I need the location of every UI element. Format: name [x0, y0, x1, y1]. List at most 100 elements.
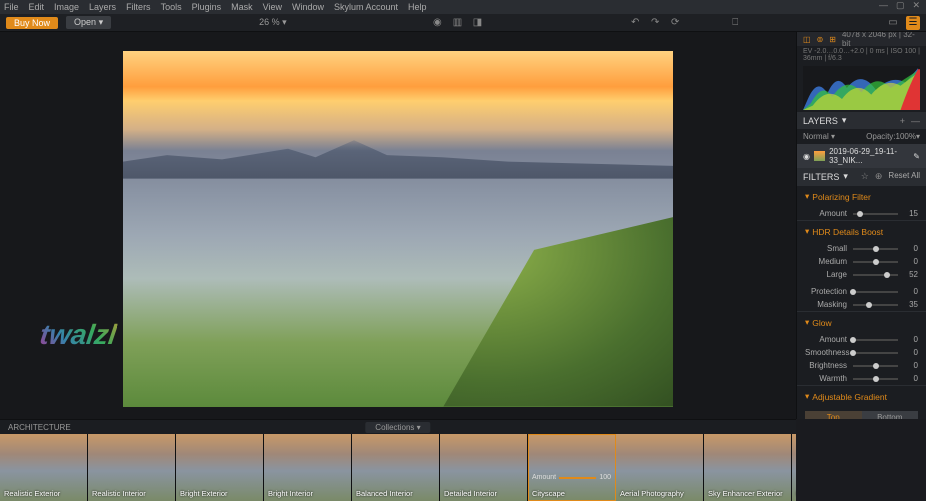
brush-icon[interactable]: ✎: [913, 152, 920, 161]
menu-file[interactable]: File: [4, 2, 19, 12]
menu-skylum[interactable]: Skylum Account: [334, 2, 398, 12]
slider-value: 0: [904, 361, 918, 370]
preset-label: Aerial Photography: [620, 489, 684, 498]
slider-track[interactable]: [853, 274, 898, 276]
nav-tab-icon[interactable]: ⊞: [829, 35, 836, 44]
tab-top[interactable]: Top: [805, 411, 862, 419]
menu-image[interactable]: Image: [54, 2, 79, 12]
slider-track[interactable]: [853, 248, 898, 250]
preset-label: Balanced Interior: [356, 489, 413, 498]
favorite-icon[interactable]: ☆: [861, 171, 869, 182]
before-after-icon[interactable]: ◨: [470, 16, 484, 30]
preset-thumb[interactable]: Sky Enhancer Exterior: [704, 434, 792, 501]
slider-track[interactable]: [853, 304, 898, 306]
menu-layers[interactable]: Layers: [89, 2, 116, 12]
chevron-down-icon: ▾: [842, 115, 847, 126]
layer-menu-icon[interactable]: —: [911, 116, 920, 126]
presets-panel-icon[interactable]: ▭: [886, 16, 900, 30]
minimize-icon[interactable]: —: [879, 0, 888, 11]
preset-label: Realistic Interior: [92, 489, 146, 498]
preset-thumb[interactable]: Aerial Photography: [616, 434, 704, 501]
menu-plugins[interactable]: Plugins: [192, 2, 222, 12]
filter-hdr-details: ▾HDR Details Boost Small 0 Medium 0 Larg…: [797, 220, 926, 311]
layers-header[interactable]: LAYERS▾ +—: [797, 112, 926, 129]
toolbar: Buy Now Open ▾ 26 % ▾ ◉ ▥ ◨ ↶ ↷ ⟳ ⎕ ▭ ☰: [0, 14, 926, 32]
slider-row: Amount 0: [797, 333, 926, 346]
layer-item[interactable]: ◉ 2019-06-29_19-11-33_NIK... ✎: [797, 144, 926, 168]
menu-mask[interactable]: Mask: [231, 2, 253, 12]
add-layer-icon[interactable]: +: [900, 116, 905, 126]
filters-panel-icon[interactable]: ☰: [906, 16, 920, 30]
preset-thumb[interactable]: HDR Look Exter: [792, 434, 796, 501]
compare-icon[interactable]: ▥: [450, 16, 464, 30]
eye-icon[interactable]: ◉: [803, 152, 810, 161]
preset-thumb[interactable]: Detailed Interior: [440, 434, 528, 501]
slider-value: 0: [904, 244, 918, 253]
undo-icon[interactable]: ↶: [628, 16, 642, 30]
close-icon[interactable]: ✕: [912, 0, 920, 11]
menu-edit[interactable]: Edit: [29, 2, 45, 12]
histogram: [803, 66, 920, 110]
filters-header[interactable]: FILTERS▾ ☆ ⊕ Reset All: [797, 168, 926, 185]
blend-mode-dropdown[interactable]: Normal ▾: [803, 132, 835, 141]
preset-thumb[interactable]: Bright Exterior: [176, 434, 264, 501]
preset-label: Cityscape: [532, 489, 565, 498]
collection-category: ARCHITECTURE: [8, 423, 71, 432]
slider-label: Masking: [805, 300, 847, 309]
slider-label: Warmth: [805, 374, 847, 383]
slider-track[interactable]: [853, 213, 898, 215]
slider-row: Protection 0: [797, 285, 926, 298]
preset-label: Realistic Exterior: [4, 489, 60, 498]
slider-label: Brightness: [805, 361, 847, 370]
histogram-tab-icon[interactable]: ◫: [803, 35, 811, 44]
menu-window[interactable]: Window: [292, 2, 324, 12]
slider-value: 35: [904, 300, 918, 309]
history-icon[interactable]: ⟳: [668, 16, 682, 30]
preset-thumb[interactable]: Amount100Cityscape: [528, 434, 616, 501]
side-panel: ◫ ⊚ ⊞ 4078 x 2046 px | 32-bit EV -2.0…0.…: [796, 32, 926, 419]
caret-down-icon: ▾: [805, 191, 809, 202]
slider-track[interactable]: [853, 339, 898, 341]
canvas[interactable]: twalzl: [0, 32, 796, 419]
layer-thumb: [814, 151, 825, 161]
menu-filters[interactable]: Filters: [126, 2, 151, 12]
preset-thumb[interactable]: Balanced Interior: [352, 434, 440, 501]
opacity-value[interactable]: 100%: [896, 132, 916, 141]
slider-value: 52: [904, 270, 918, 279]
slider-track[interactable]: [853, 352, 898, 354]
preset-thumb[interactable]: Realistic Interior: [88, 434, 176, 501]
add-filter-icon[interactable]: ⊕: [875, 171, 883, 182]
buy-button[interactable]: Buy Now: [6, 17, 58, 29]
slider-track[interactable]: [853, 291, 898, 293]
slider-row: Large 52: [797, 268, 926, 281]
info-tab-icon[interactable]: ⊚: [817, 35, 824, 44]
menu-view[interactable]: View: [263, 2, 282, 12]
zoom-dropdown[interactable]: 26 % ▾: [259, 17, 287, 28]
tab-bottom[interactable]: Bottom: [862, 411, 919, 419]
preset-label: Detailed Interior: [444, 489, 497, 498]
eye-icon[interactable]: ◉: [430, 16, 444, 30]
slider-track[interactable]: [853, 378, 898, 380]
preset-thumb[interactable]: Bright Interior: [264, 434, 352, 501]
collections-dropdown[interactable]: Collections ▾: [365, 422, 430, 433]
slider-label: Amount: [805, 209, 847, 218]
menu-tools[interactable]: Tools: [161, 2, 182, 12]
slider-value: 0: [904, 348, 918, 357]
maximize-icon[interactable]: ▢: [896, 0, 905, 11]
slider-track[interactable]: [853, 261, 898, 263]
preset-strip: ARCHITECTURE Collections ▾ Realistic Ext…: [0, 419, 796, 500]
preset-thumb[interactable]: Realistic Exterior: [0, 434, 88, 501]
crop-icon[interactable]: ⎕: [728, 16, 742, 30]
slider-value: 0: [904, 374, 918, 383]
slider-track[interactable]: [853, 365, 898, 367]
menu-help[interactable]: Help: [408, 2, 427, 12]
redo-icon[interactable]: ↷: [648, 16, 662, 30]
filter-polarizing: ▾Polarizing Filter Amount 15: [797, 185, 926, 220]
open-button[interactable]: Open ▾: [66, 16, 111, 29]
preset-label: Bright Exterior: [180, 489, 228, 498]
slider-label: Protection: [805, 287, 847, 296]
slider-label: Smoothness: [805, 348, 847, 357]
reset-all-button[interactable]: Reset All: [888, 171, 920, 182]
preset-label: Sky Enhancer Exterior: [708, 489, 783, 498]
slider-row: Warmth 0: [797, 372, 926, 385]
